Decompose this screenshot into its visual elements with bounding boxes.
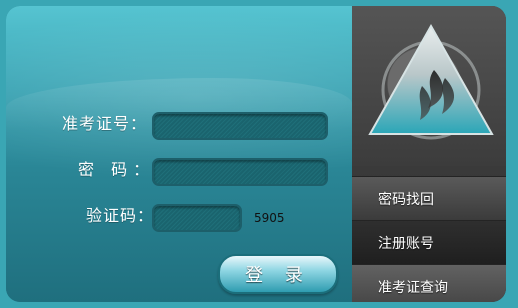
login-button-label: 登 录 (245, 265, 311, 286)
triangle-flame-logo-icon (368, 23, 494, 140)
nav-register-account-label: 注册账号 (378, 235, 434, 252)
ticket-row: 准考证号： (6, 110, 352, 140)
nav-admission-ticket-query-label: 准考证查询 (378, 279, 448, 296)
logo-area (352, 6, 506, 166)
captcha-row: 验证码： 5905 (6, 202, 352, 232)
captcha-input[interactable] (152, 204, 242, 232)
login-panel: 准考证号： 密 码： 验证码： 5905 登 录 密码找回 注册账号 准考证查询 (6, 6, 506, 302)
ticket-number-input[interactable] (152, 112, 328, 140)
password-input[interactable] (152, 158, 328, 186)
captcha-label: 验证码： (86, 206, 155, 225)
password-label: 密 码： (78, 160, 156, 179)
nav-password-recovery[interactable]: 密码找回 (352, 176, 506, 220)
captcha-code[interactable]: 5905 (254, 211, 285, 225)
password-row: 密 码： (6, 156, 352, 186)
nav-register-account[interactable]: 注册账号 (352, 220, 506, 264)
login-form-area: 准考证号： 密 码： 验证码： 5905 登 录 (6, 6, 352, 302)
side-menu: 密码找回 注册账号 准考证查询 (352, 6, 506, 302)
nav-admission-ticket-query[interactable]: 准考证查询 (352, 264, 506, 302)
login-button[interactable]: 登 录 (218, 254, 338, 294)
ticket-label: 准考证号： (62, 114, 148, 133)
nav-password-recovery-label: 密码找回 (378, 191, 434, 208)
